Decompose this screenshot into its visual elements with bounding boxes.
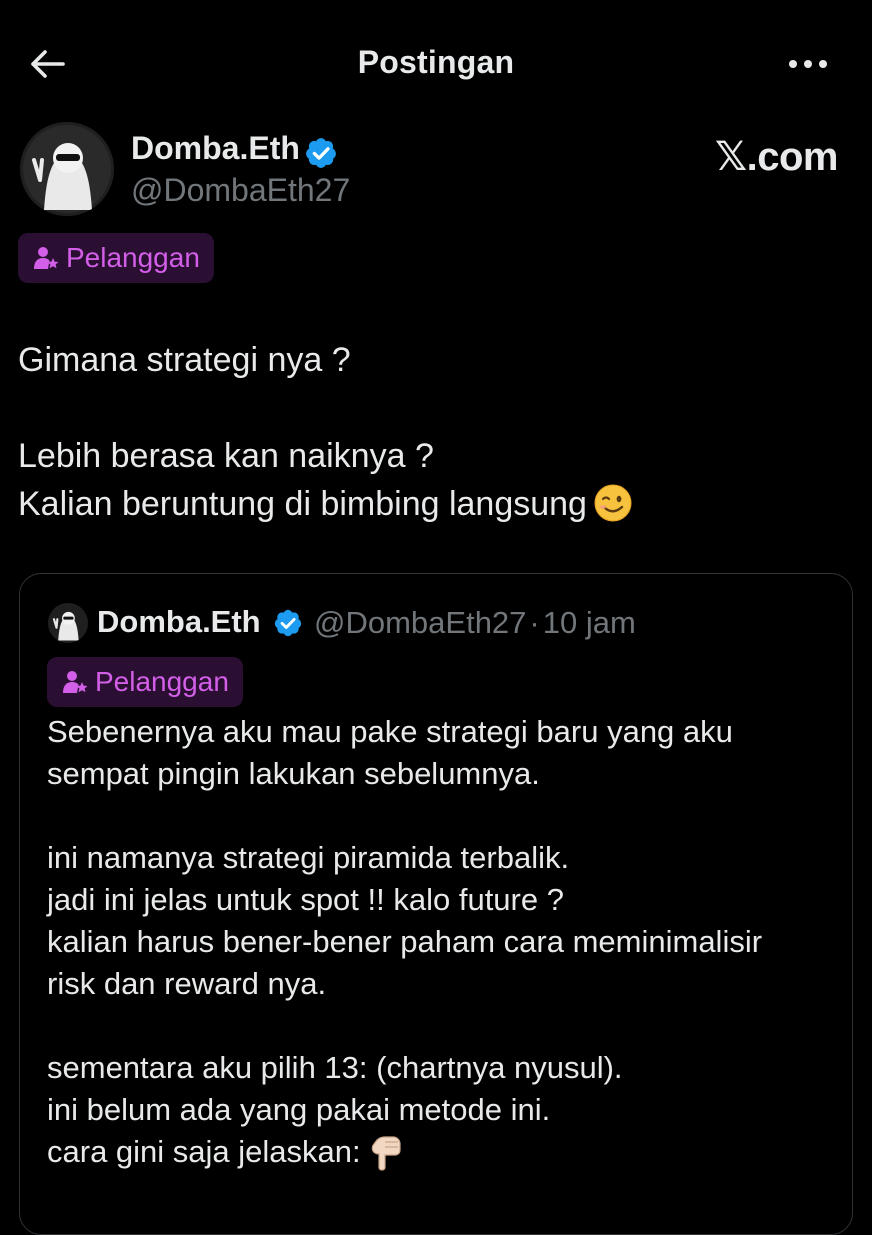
subscriber-badge-label: Pelanggan [95, 666, 229, 697]
quoted-text-line: cara gini saja jelaskan: [47, 1131, 837, 1173]
quoted-text-line: jadi ini jelas untuk spot !! kalo future… [47, 882, 564, 917]
quoted-text-line: ini namanya strategi piramida terbalik. [47, 840, 570, 875]
subscriber-badge: Pelanggan [47, 657, 243, 707]
quoted-avatar [48, 603, 88, 643]
quoted-post-card[interactable]: Domba.Eth @DombaEth27·10 jam Pelanggan S… [19, 573, 853, 1235]
verified-badge-icon [274, 609, 302, 637]
quoted-timestamp: 10 jam [542, 605, 636, 640]
subscriber-badge: Pelanggan [18, 233, 214, 283]
post-text-line: Kalian beruntung di bimbing langsung [18, 480, 848, 528]
subscriber-icon [32, 244, 60, 272]
subscriber-icon [61, 668, 89, 696]
quoted-post-text: Sebenernya aku mau pake strategi baru ya… [47, 711, 837, 1173]
quoted-text-line: sementara aku pilih 13: (chartnya nyusul… [47, 1050, 623, 1085]
verified-badge-icon [306, 138, 336, 168]
post-text: Gimana strategi nya ? Lebih berasa kan n… [18, 336, 848, 528]
quoted-text-line: kalian harus bener-bener paham cara memi… [47, 924, 763, 959]
top-bar: Postingan [0, 0, 872, 128]
more-options-button[interactable] [784, 46, 832, 82]
quoted-text-line: risk dan reward nya. [47, 966, 327, 1001]
avatar[interactable] [20, 122, 114, 216]
quoted-handle-time: @DombaEth27·10 jam [314, 605, 636, 641]
author-name[interactable]: Domba.Eth [131, 130, 300, 167]
ghost-avatar-image [48, 603, 88, 643]
x-com-watermark: 𝕏.com [714, 135, 839, 179]
author-handle[interactable]: @DombaEth27 [131, 172, 350, 209]
backhand-index-pointing-down-emoji [371, 1136, 401, 1171]
winking-face-emoji [594, 484, 632, 522]
quoted-text-line: sempat pingin lakukan sebelumnya. [47, 756, 540, 791]
quoted-text-line: Sebenernya aku mau pake strategi baru ya… [47, 714, 733, 749]
separator-dot: · [529, 605, 540, 640]
post-text-line: Lebih berasa kan naiknya ? [18, 437, 434, 475]
subscriber-badge-label: Pelanggan [66, 242, 200, 273]
quoted-author-handle: @DombaEth27 [314, 605, 527, 640]
ghost-avatar-image [20, 122, 114, 216]
page-title: Postingan [357, 44, 515, 80]
quoted-text-line: ini belum ada yang pakai metode ini. [47, 1092, 551, 1127]
post-text-line: Gimana strategi nya ? [18, 341, 351, 379]
quoted-author-name: Domba.Eth [97, 604, 261, 639]
more-horizontal-icon [789, 60, 827, 68]
